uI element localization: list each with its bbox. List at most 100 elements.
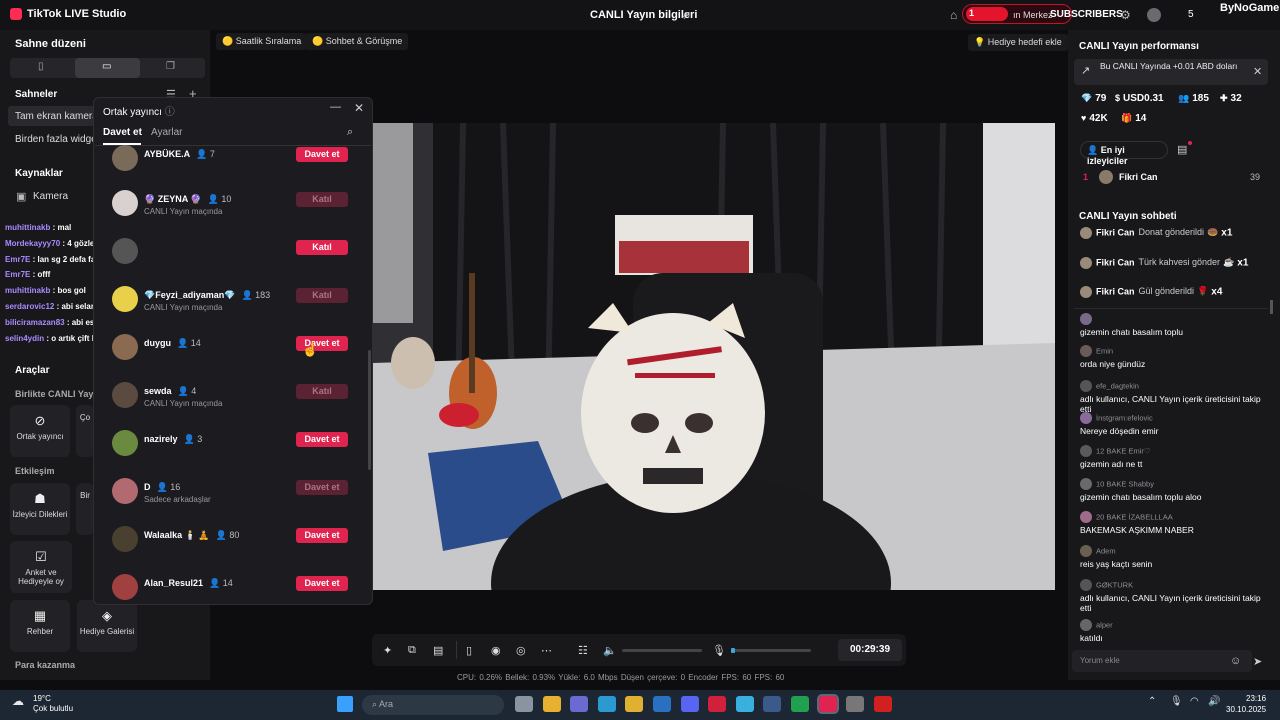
chat-username[interactable]: 12 BAKE Emir♡ (1096, 446, 1151, 455)
chat-username[interactable]: 20 BAKE İZABELLLAA (1096, 512, 1173, 521)
top-viewers-button[interactable]: 👤 En iyi izleyiciler (1080, 141, 1168, 166)
source-camera[interactable]: Kamera (33, 191, 68, 202)
chat-username[interactable]: efe_dagtekin (1096, 381, 1139, 390)
interaction-title: Etkileşim (15, 466, 55, 476)
chat-username[interactable]: alper (1096, 620, 1113, 629)
scene-item-multi[interactable]: Birden fazla widge (15, 134, 97, 145)
invite-button[interactable]: Davet et (296, 147, 348, 162)
tab-settings[interactable]: Ayarlar (151, 127, 183, 138)
record-icon[interactable]: ◉ (491, 644, 501, 657)
gift-sender[interactable]: Fikri Can (1096, 286, 1135, 296)
discord-icon[interactable] (680, 696, 699, 712)
edge-icon[interactable] (597, 696, 616, 712)
clock[interactable]: 23:16 30.10.2025 (1226, 693, 1266, 715)
comment-input[interactable]: Yorum ekle (1072, 650, 1252, 672)
outlook-icon[interactable] (653, 696, 671, 712)
chat-scrollbar[interactable] (1270, 300, 1273, 314)
chat-call-chip[interactable]: 🟡 Sohbet & Görüşme (306, 33, 409, 50)
chat-username[interactable]: GØKTURK (1096, 580, 1133, 589)
list-icon[interactable]: ▤ (1177, 143, 1187, 156)
stat-item: ♥ 42K (1081, 113, 1108, 124)
speaker-icon[interactable]: 🔈 (603, 644, 617, 657)
landscape-layout-icon[interactable]: ▭ (102, 61, 111, 72)
help-icon[interactable]: ⓘ (165, 107, 175, 118)
live-preview[interactable] (373, 123, 1055, 590)
invite-button[interactable]: Davet et (296, 576, 348, 591)
tray-chevron-icon[interactable]: ⌃ (1148, 696, 1156, 707)
tool-poll[interactable]: ☑ Anket ve Hediyeyle oy (10, 541, 72, 593)
effects-icon[interactable]: ⧉ (408, 644, 416, 657)
stat-item: $ USD0.31 (1115, 93, 1164, 104)
gift-goal-chip[interactable]: 💡 Hediye hedefi ekle (968, 34, 1068, 51)
follower-count-value: 16 (170, 482, 181, 492)
volume-slider[interactable] (622, 649, 702, 652)
follower-count-value: 4 (191, 386, 197, 396)
invite-button[interactable]: Davet et (296, 528, 348, 543)
weather-widget[interactable]: 19°C Çok bulutlu (33, 694, 73, 714)
search-icon[interactable]: ⌕ (347, 126, 353, 139)
explorer-icon[interactable] (625, 696, 644, 712)
cohost-row: Alan_Resul21 👤 14 Davet et (112, 574, 352, 614)
start-icon[interactable] (337, 696, 353, 712)
youtube-icon[interactable] (873, 696, 892, 712)
gift-sender[interactable]: Fikri Can (1096, 257, 1135, 267)
more-icon[interactable]: ⋯ (541, 644, 552, 657)
tab-invite[interactable]: Davet et (103, 127, 142, 138)
close-banner-icon[interactable]: ✕ (1253, 65, 1262, 78)
mic-tray-icon[interactable]: 🎙 (1170, 696, 1183, 707)
camera-switch-icon[interactable]: ◎ (516, 644, 526, 657)
wifi-icon[interactable]: ◠ (1190, 696, 1199, 707)
modal-scrollbar[interactable] (368, 350, 371, 470)
scene-item-fullscreen[interactable]: Tam ekran kamera (15, 111, 98, 122)
invite-button[interactable]: Davet et (296, 432, 348, 447)
chat-username[interactable]: 10 BAKE Shabby (1096, 479, 1154, 488)
mic-icon[interactable]: 🎙 (712, 644, 726, 657)
weather-icon[interactable]: ☁ (12, 694, 24, 708)
settings-icon[interactable]: ⚙ (1120, 8, 1131, 22)
layout-icon[interactable]: ▤ (433, 644, 443, 657)
opera-icon[interactable] (708, 696, 727, 712)
tool-partial-2[interactable]: Bir (76, 483, 94, 535)
gift-sender[interactable]: Fikri Can (1096, 227, 1135, 237)
minimize-icon[interactable]: — (330, 101, 341, 113)
tool-viewer-requests[interactable]: ☗ İzleyici Dilekleri (10, 483, 70, 535)
tiktok-studio-icon[interactable] (816, 694, 839, 714)
join-button[interactable]: Katıl (296, 240, 348, 255)
tool-partial[interactable]: Ço (76, 405, 94, 457)
avatar (1080, 313, 1092, 325)
avatar (112, 334, 138, 360)
task-view-icon[interactable] (515, 696, 533, 712)
teams-icon[interactable] (570, 696, 589, 712)
top-viewer-name[interactable]: Fikri Can (1119, 172, 1158, 182)
multi-layout-icon[interactable]: ❐ (166, 61, 175, 72)
steam-icon[interactable] (763, 696, 782, 712)
close-icon[interactable]: ✕ (354, 101, 364, 115)
mixer-icon[interactable]: ☷ (578, 644, 588, 657)
obs-icon[interactable] (846, 696, 865, 712)
chrome-icon[interactable] (542, 696, 561, 712)
share-icon[interactable]: ⇗ (681, 8, 691, 22)
cohost-name-text: duygu (144, 338, 171, 348)
mic-slider[interactable] (731, 649, 811, 652)
chat-username[interactable]: İnstgram:efelovic (1096, 413, 1153, 422)
gift-action: Gül gönderildi (1138, 286, 1195, 297)
tool-guide[interactable]: ▦ Rehber (10, 600, 70, 652)
hourly-ranking-chip[interactable]: 🟡 Saatlik Sıralama (216, 33, 308, 50)
home-icon[interactable]: ⌂ (950, 8, 957, 22)
send-icon[interactable]: ➤ (1253, 655, 1262, 668)
rank-number: 1 (1083, 172, 1089, 182)
phone-icon[interactable]: ▯ (466, 644, 472, 657)
tool-cohost[interactable]: ⊘ Ortak yayıncı (10, 405, 70, 457)
follower-count: 👤 14 (177, 338, 201, 348)
emoji-icon[interactable]: ☺ (1230, 655, 1241, 667)
taskbar-search[interactable]: ⌕ Ara (362, 695, 504, 715)
chat-username[interactable]: Adem (1096, 546, 1116, 555)
request-icon: ☗ (34, 491, 46, 506)
xbox-icon[interactable] (791, 696, 809, 712)
volume-icon[interactable]: 🔊 (1208, 696, 1220, 707)
magic-wand-icon[interactable]: ✦ (383, 644, 392, 657)
portrait-layout-icon[interactable]: ▯ (38, 61, 44, 72)
browser-icon[interactable] (735, 696, 754, 712)
chat-username[interactable]: Emin (1096, 346, 1113, 355)
avatar[interactable] (1147, 8, 1161, 22)
